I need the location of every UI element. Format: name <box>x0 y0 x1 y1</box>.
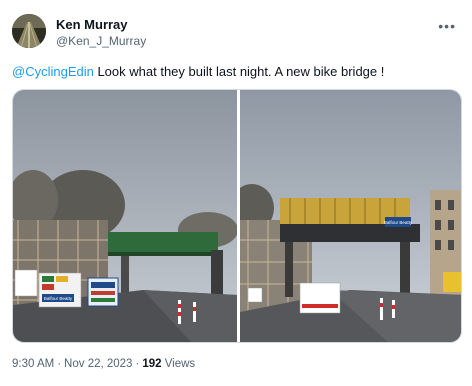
meta-separator-2: · <box>135 358 140 370</box>
tweet-body: Look what they built last night. A new b… <box>93 64 385 79</box>
photo-left[interactable]: Balfour Beatty <box>13 90 238 342</box>
meta-separator: · <box>57 358 62 370</box>
left-sign-text: Balfour Beatty <box>44 296 73 301</box>
photo-right[interactable]: Balfour Beatty <box>230 90 461 342</box>
tweet-meta: 9:30 AM · Nov 22, 2023 · 192 Views <box>12 358 195 370</box>
tweet-time[interactable]: 9:30 AM <box>12 358 54 370</box>
photo-left-image: Balfour Beatty <box>13 90 238 342</box>
tweet-date[interactable]: Nov 22, 2023 <box>64 358 132 370</box>
mention-link[interactable]: @CyclingEdin <box>12 64 94 79</box>
avatar-image <box>12 14 46 48</box>
avatar[interactable] <box>12 14 46 48</box>
right-sign-text: Balfour Beatty <box>384 220 413 225</box>
views-label: Views <box>161 358 196 370</box>
photo-right-image: Balfour Beatty <box>230 90 461 342</box>
author-handle[interactable]: @Ken_J_Murray <box>56 34 146 48</box>
tweet-text: @CyclingEdin Look what they built last n… <box>12 64 384 79</box>
views-count: 192 <box>142 358 162 370</box>
more-dots-icon[interactable]: ••• <box>438 18 456 34</box>
media-grid: Balfour Beatty Balfour Beatty <box>12 89 462 343</box>
author-name[interactable]: Ken Murray <box>56 17 128 32</box>
